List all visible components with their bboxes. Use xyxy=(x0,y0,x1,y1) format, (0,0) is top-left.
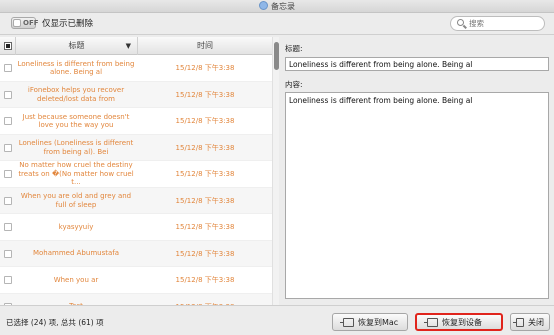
title-field[interactable]: Loneliness is different from being alone… xyxy=(285,57,549,71)
app-icon xyxy=(259,1,268,10)
restore-device-icon xyxy=(424,317,438,327)
title-field-label: 标题: xyxy=(285,44,303,53)
table-row[interactable]: Mohammed Abumustafa 15/12/8 下午3:38 xyxy=(0,240,272,267)
restore-to-mac-label: 恢复到Mac xyxy=(358,317,399,327)
show-deleted-label: 仅显示已删除 xyxy=(42,19,94,29)
row-title: Mohammed Abumustafa xyxy=(32,249,120,258)
row-title: No matter how cruel the destiny treats o… xyxy=(18,161,134,187)
table-row[interactable]: Lonelines (Loneliness is different from … xyxy=(0,134,272,161)
note-detail-pane: 标题: Loneliness is different from being a… xyxy=(280,37,554,305)
restore-icon xyxy=(340,317,354,327)
window-title-text: 备忘录 xyxy=(271,2,295,11)
row-title: Lonelines (Loneliness is different from … xyxy=(18,139,134,156)
window-title: 备忘录 xyxy=(0,1,554,12)
search-input[interactable] xyxy=(469,18,539,29)
table-header: 标题 ▼ 时间 xyxy=(0,37,272,55)
row-title: Loneliness is different from being alone… xyxy=(17,59,135,77)
row-checkbox[interactable] xyxy=(4,117,12,125)
row-checkbox[interactable] xyxy=(4,196,12,205)
footer-bar: 已选择 (24) 项, 总共 (61) 项 恢复到Mac 恢复到设备 关闭 xyxy=(0,305,554,335)
column-header-time[interactable]: 时间 xyxy=(137,37,272,55)
row-title: Test xyxy=(16,294,136,305)
table-row[interactable]: When you ar 15/12/8 下午3:38 xyxy=(0,267,272,294)
toolbar: OFF 仅显示已删除 xyxy=(0,13,554,35)
table-row[interactable]: Test15/12/8 下午3:38 xyxy=(0,293,272,306)
sort-arrow-icon: ▼ xyxy=(125,42,131,50)
row-time: 15/12/8 下午3:38 xyxy=(175,117,235,125)
restore-to-device-label: 恢复到设备 xyxy=(442,317,482,327)
row-checkbox[interactable] xyxy=(4,143,12,152)
search-icon xyxy=(457,19,464,26)
table-row[interactable]: Loneliness is different from being alone… xyxy=(0,55,272,82)
table-row[interactable]: iFonebox helps you recover deleted/lost … xyxy=(0,81,272,108)
toggle-knob xyxy=(13,19,21,27)
row-time: 15/12/8 下午3:38 xyxy=(175,170,235,178)
exit-icon xyxy=(513,317,524,327)
row-time: 15/12/8 下午3:38 xyxy=(175,196,235,205)
selection-status: 已选择 (24) 项, 总共 (61) 项 xyxy=(6,318,104,327)
row-title: kyasyyuiy xyxy=(58,222,94,231)
scrollbar-thumb[interactable] xyxy=(274,42,279,70)
select-all-checkbox[interactable] xyxy=(4,42,12,50)
search-box[interactable] xyxy=(450,16,545,31)
toggle-state: OFF xyxy=(23,19,39,27)
notes-table-body: Loneliness is different from being alone… xyxy=(0,55,272,305)
row-title: When you ar xyxy=(53,275,99,284)
column-header-title[interactable]: 标题 ▼ xyxy=(15,37,137,55)
content-field[interactable]: Loneliness is different from being alone… xyxy=(285,92,549,299)
row-time: 15/12/8 下午3:38 xyxy=(175,223,235,231)
row-checkbox[interactable] xyxy=(4,90,12,99)
row-checkbox[interactable] xyxy=(4,170,12,178)
row-time: 15/12/8 下午3:38 xyxy=(175,249,235,258)
row-checkbox[interactable] xyxy=(4,276,12,284)
row-title: Just because someone doesn't love you th… xyxy=(22,112,130,130)
close-button[interactable]: 关闭 xyxy=(510,313,550,331)
show-deleted-toggle[interactable]: OFF xyxy=(11,17,39,29)
table-row[interactable]: When you are old and grey and full of sl… xyxy=(0,187,272,214)
row-title: When you are old and grey and full of sl… xyxy=(20,192,132,209)
row-time: 15/12/8 下午3:38 xyxy=(175,90,235,99)
row-time: 15/12/8 下午3:38 xyxy=(138,294,272,306)
close-label: 关闭 xyxy=(528,317,544,327)
table-row[interactable]: kyasyyuiy 15/12/8 下午3:38 xyxy=(0,214,272,241)
row-checkbox[interactable] xyxy=(4,64,12,72)
restore-to-mac-button[interactable]: 恢复到Mac xyxy=(332,313,408,331)
window-titlebar: 备忘录 xyxy=(0,0,554,13)
table-row[interactable]: No matter how cruel the destiny treats o… xyxy=(0,161,272,188)
restore-to-device-button[interactable]: 恢复到设备 xyxy=(415,313,503,331)
list-scrollbar[interactable] xyxy=(272,37,279,305)
content-field-label: 内容: xyxy=(285,80,303,89)
row-title: iFonebox helps you recover deleted/lost … xyxy=(27,86,125,103)
row-time: 15/12/8 下午3:38 xyxy=(175,276,235,284)
table-row[interactable]: Just because someone doesn't love you th… xyxy=(0,108,272,135)
column-title-label: 标题 xyxy=(68,41,85,50)
row-time: 15/12/8 下午3:38 xyxy=(175,143,235,152)
notes-list-pane: 标题 ▼ 时间 Loneliness is different from bei… xyxy=(0,37,279,305)
row-time: 15/12/8 下午3:38 xyxy=(175,64,235,72)
row-checkbox[interactable] xyxy=(4,249,12,258)
row-checkbox[interactable] xyxy=(4,223,12,231)
